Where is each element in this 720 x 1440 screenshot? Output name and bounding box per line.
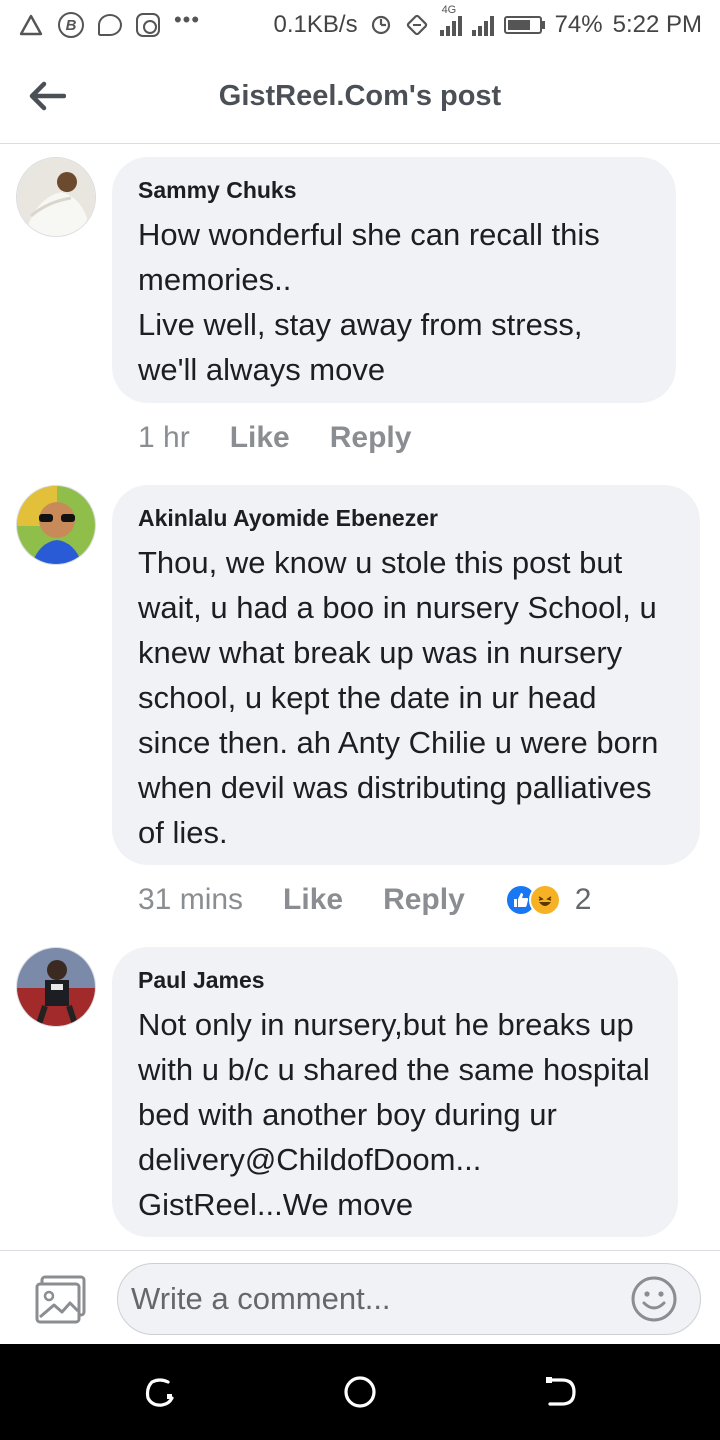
comment-composer: [0, 1250, 720, 1344]
clock: 5:22 PM: [612, 11, 702, 38]
recents-icon: [145, 1378, 174, 1407]
sync-icon: [368, 12, 394, 38]
comment-author[interactable]: Paul James: [138, 967, 652, 994]
messenger-icon: [98, 14, 122, 36]
network-type: 4G: [441, 4, 457, 16]
avatar[interactable]: [16, 485, 96, 565]
home-button[interactable]: [342, 1374, 378, 1410]
reaction-count: 2: [574, 883, 592, 916]
post-header: GistReel.Com's post: [0, 50, 720, 144]
back-icon: [546, 1377, 576, 1406]
comment-bubble[interactable]: Sammy Chuks How wonderful she can recall…: [112, 157, 676, 403]
signal-icon: [471, 14, 494, 36]
comment-text: Thou, we know u stole this post but wait…: [138, 545, 659, 850]
arrow-left-icon: [29, 81, 66, 111]
comment-bubble[interactable]: Paul James Not only in nursery,but he br…: [112, 947, 678, 1237]
battery-fill: [507, 20, 530, 30]
like-button[interactable]: Like: [283, 883, 343, 917]
alert-triangle-icon: [18, 12, 44, 38]
recent-apps-button[interactable]: [142, 1374, 178, 1410]
avatar[interactable]: [16, 157, 96, 237]
comment-author[interactable]: Akinlalu Ayomide Ebenezer: [138, 505, 674, 532]
comment-input[interactable]: [117, 1263, 701, 1335]
instagram-icon: [136, 13, 160, 37]
haha-reaction-icon: [528, 884, 561, 916]
smiley-icon: [631, 1276, 677, 1322]
system-navigation-bar: [0, 1344, 720, 1440]
comment-text: How wonderful she can recall this memori…: [138, 217, 600, 387]
reply-button[interactable]: Reply: [330, 421, 412, 455]
photo-button[interactable]: [34, 1275, 88, 1325]
battery-percent: 74%: [554, 11, 603, 38]
comment-text: Not only in nursery,but he breaks up wit…: [138, 1007, 650, 1222]
avatar[interactable]: [16, 947, 96, 1027]
comment-actions: 1 hr Like Reply: [138, 421, 451, 455]
reply-button[interactable]: Reply: [383, 883, 465, 917]
like-button[interactable]: Like: [230, 421, 290, 455]
image-icon: [35, 1275, 86, 1324]
bitcoin-icon: B: [58, 12, 84, 38]
reactions-summary[interactable]: 2: [504, 883, 592, 917]
rotate-icon: [404, 12, 430, 38]
comment-actions: 31 mins Like Reply 2: [138, 883, 591, 917]
battery-icon: [503, 16, 545, 34]
back-button[interactable]: [26, 78, 68, 114]
emoji-button[interactable]: [630, 1275, 678, 1323]
more-notifications-icon: •••: [173, 7, 201, 32]
signal-4g-icon: 4G: [439, 4, 462, 36]
comment-author[interactable]: Sammy Chuks: [138, 177, 650, 204]
network-speed: 0.1KB/s: [273, 11, 358, 38]
comment-bubble[interactable]: Akinlalu Ayomide Ebenezer Thou, we know …: [112, 485, 700, 865]
back-nav-button[interactable]: [542, 1374, 578, 1410]
status-bar: B ••• 0.1KB/s 4G 74% 5:22 PM: [0, 0, 720, 50]
page-title: GistReel.Com's post: [218, 80, 502, 112]
comment-time[interactable]: 31 mins: [138, 883, 243, 917]
comment-time[interactable]: 1 hr: [138, 421, 190, 455]
home-icon: [344, 1376, 376, 1408]
